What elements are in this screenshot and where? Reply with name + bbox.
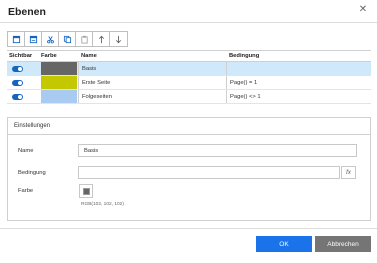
color-swatch[interactable]	[41, 76, 77, 89]
visibility-toggle[interactable]	[12, 93, 23, 100]
header-visible: Sichtbar	[9, 53, 33, 59]
arrow-up-icon	[98, 35, 104, 43]
color-picker[interactable]	[79, 184, 93, 198]
condition-label: Bedingung	[18, 170, 46, 176]
color-cell	[41, 76, 78, 89]
header-condition: Bedingung	[229, 53, 260, 59]
footer-divider	[0, 228, 377, 229]
ok-button[interactable]: OK	[256, 236, 312, 252]
color-cell	[41, 62, 78, 75]
settings-panel: Einstellungen Name Basis Bedingung fx Fa…	[7, 117, 371, 221]
dialog-title: Ebenen	[8, 6, 46, 18]
color-label: Farbe	[18, 188, 34, 194]
rgb-value: RGB(102, 102, 102)	[81, 202, 124, 207]
header-name: Name	[81, 53, 97, 59]
table-row[interactable]: Folgeseiten Page() <> 1	[7, 90, 371, 104]
table-row[interactable]: Erste Seite Page() = 1	[7, 76, 371, 90]
title-divider	[0, 22, 377, 23]
name-cell: Erste Seite	[78, 76, 226, 89]
layer-toolbar	[7, 31, 128, 47]
visible-cell	[7, 65, 41, 72]
color-preview	[82, 187, 90, 195]
layer-properties-icon	[29, 35, 37, 43]
condition-cell: Page() = 1	[226, 76, 371, 89]
color-swatch[interactable]	[41, 62, 77, 75]
cut-icon	[46, 35, 54, 43]
layer-properties-button[interactable]	[25, 32, 42, 46]
table-header: Sichtbar Farbe Name Bedingung	[7, 51, 371, 62]
visible-cell	[7, 93, 41, 100]
layers-dialog: Ebenen ✕ Sichtbar Farbe Name Bedingung B…	[0, 0, 377, 263]
paste-button[interactable]	[76, 32, 93, 46]
condition-cell: Page() <> 1	[226, 90, 371, 103]
layers-table: Sichtbar Farbe Name Bedingung Basis Erste…	[7, 50, 371, 104]
visibility-toggle[interactable]	[12, 79, 23, 86]
paste-icon	[80, 35, 88, 44]
new-layer-button[interactable]	[8, 32, 25, 46]
cancel-button[interactable]: Abbrechen	[315, 236, 371, 252]
name-cell: Folgeseiten	[78, 90, 226, 103]
condition-field[interactable]	[78, 166, 340, 179]
name-field[interactable]: Basis	[78, 144, 357, 157]
copy-button[interactable]	[59, 32, 76, 46]
move-up-button[interactable]	[93, 32, 110, 46]
close-icon[interactable]: ✕	[357, 4, 369, 16]
new-layer-icon	[12, 35, 20, 43]
formula-button[interactable]: fx	[341, 166, 356, 179]
name-label: Name	[18, 148, 34, 154]
condition-cell	[226, 62, 371, 75]
name-cell: Basis	[78, 62, 226, 75]
copy-icon	[63, 35, 71, 43]
visibility-toggle[interactable]	[12, 65, 23, 72]
cut-button[interactable]	[42, 32, 59, 46]
header-color: Farbe	[41, 53, 57, 59]
visible-cell	[7, 79, 41, 86]
move-down-button[interactable]	[110, 32, 127, 46]
arrow-down-icon	[115, 35, 122, 43]
color-swatch[interactable]	[41, 90, 77, 103]
settings-heading: Einstellungen	[8, 118, 370, 135]
color-cell	[41, 90, 78, 103]
table-row[interactable]: Basis	[7, 62, 371, 76]
